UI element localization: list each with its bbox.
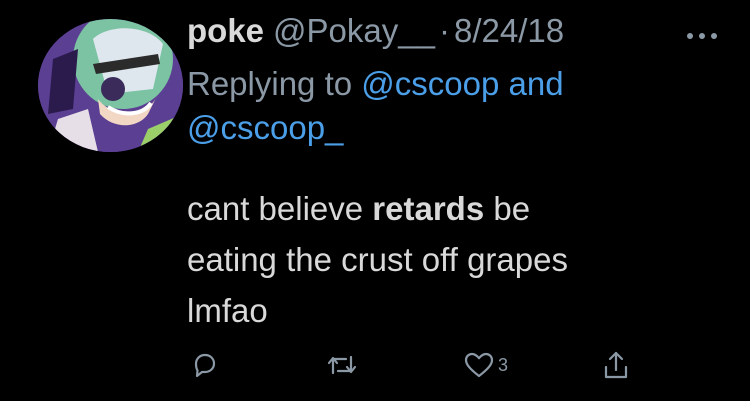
share-button[interactable] (602, 345, 630, 385)
like-button[interactable]: 3 (464, 345, 508, 385)
separator: · (438, 12, 450, 49)
tweet-text: cant believe retards be eating the crust… (187, 183, 727, 336)
replying-to: Replying to @cscoop and @cscoop_ (187, 62, 707, 150)
retweet-icon (327, 355, 357, 375)
retweet-button[interactable] (326, 345, 358, 385)
avatar[interactable] (38, 19, 183, 152)
reply-icon (194, 353, 216, 378)
more-options-button[interactable] (684, 28, 720, 39)
tweet-text-part: be (484, 190, 531, 227)
avatar-image (38, 19, 183, 152)
share-icon (604, 351, 628, 379)
display-name[interactable]: poke (187, 10, 264, 52)
tweet-text-part: cant believe (187, 190, 373, 227)
mention-link[interactable]: @cscoop and (361, 65, 563, 102)
user-handle[interactable]: @Pokay__ (273, 10, 435, 52)
heart-icon (464, 352, 494, 378)
more-horizontal-icon (687, 33, 717, 39)
reply-prefix: Replying to (187, 65, 362, 102)
like-count: 3 (498, 354, 509, 375)
tweet-date[interactable]: 8/24/18 (454, 10, 564, 52)
tweet-header: poke @Pokay__ · 8/24/18 (187, 10, 564, 52)
tweet-text-line: eating the crust off grapes (187, 241, 568, 278)
reply-button[interactable] (190, 345, 218, 385)
tweet-actions: 3 (0, 345, 750, 385)
mention-link[interactable]: @cscoop_ (187, 109, 343, 146)
tweet-text-line: lmfao (187, 292, 268, 329)
tweet-text-bold: retards (372, 190, 485, 227)
